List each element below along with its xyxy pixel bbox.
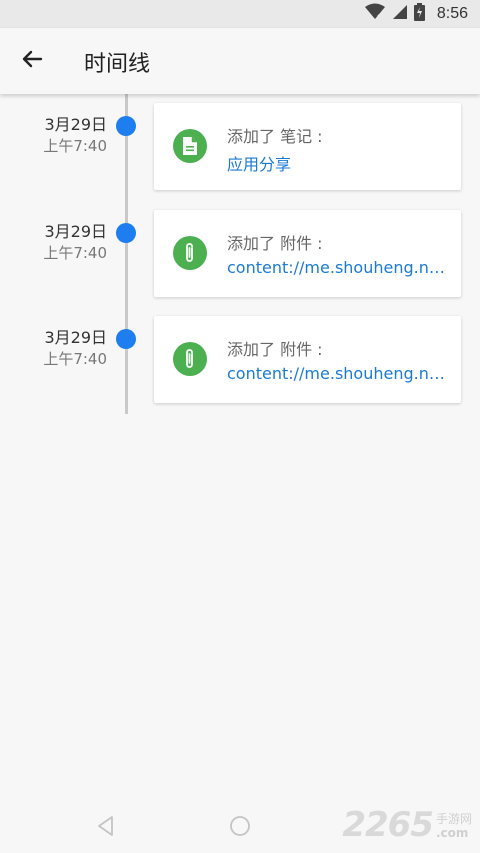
entry-action: 添加了 附件 : bbox=[227, 340, 323, 359]
timeline-dot bbox=[116, 329, 136, 349]
entry-action: 添加了 附件 : bbox=[227, 234, 323, 253]
app-bar: 时间线 bbox=[0, 28, 480, 94]
navigation-bar: 2265 手游网 .com bbox=[0, 798, 480, 853]
paperclip-icon bbox=[173, 236, 207, 270]
entry-time: 上午7:40 bbox=[43, 244, 107, 262]
timeline-entry: 3月29日 上午7:40 添加了 笔记 : 应用分享 bbox=[0, 94, 480, 190]
entry-link[interactable]: content://me.shouheng.no… bbox=[227, 364, 447, 383]
status-time: 8:56 bbox=[436, 5, 468, 22]
nav-back-icon[interactable] bbox=[94, 814, 118, 838]
back-button[interactable] bbox=[14, 43, 50, 79]
status-icons: 8:56 bbox=[364, 3, 468, 25]
battery-icon bbox=[413, 3, 425, 25]
paperclip-icon bbox=[173, 342, 207, 376]
timeline-dot bbox=[116, 116, 136, 136]
timeline-dot bbox=[116, 223, 136, 243]
entry-time: 上午7:40 bbox=[43, 350, 107, 368]
entry-card[interactable]: 添加了 笔记 : 应用分享 bbox=[154, 103, 461, 190]
watermark-number: 2265 bbox=[342, 805, 434, 845]
entry-card[interactable]: 添加了 附件 : content://me.shouheng.no… bbox=[154, 210, 461, 297]
nav-home-icon[interactable] bbox=[229, 815, 251, 837]
signal-icon bbox=[392, 4, 408, 24]
entry-action: 添加了 笔记 : bbox=[227, 127, 323, 146]
timeline-entry: 3月29日 上午7:40 添加了 附件 : content://me.shouh… bbox=[0, 307, 480, 403]
entry-date: 3月29日 bbox=[44, 115, 107, 134]
entry-card[interactable]: 添加了 附件 : content://me.shouheng.no… bbox=[154, 316, 461, 403]
timeline: 3月29日 上午7:40 添加了 笔记 : 应用分享 3月29日 上午7:40 bbox=[0, 94, 480, 414]
page-title: 时间线 bbox=[84, 52, 151, 77]
watermark-side: 手游网 .com bbox=[436, 812, 472, 840]
entry-link[interactable]: content://me.shouheng.no… bbox=[227, 258, 447, 277]
timeline-entry: 3月29日 上午7:40 添加了 附件 : content://me.shouh… bbox=[0, 201, 480, 297]
wifi-icon bbox=[364, 3, 386, 25]
entry-link[interactable]: 应用分享 bbox=[227, 151, 447, 175]
entry-date: 3月29日 bbox=[44, 328, 107, 347]
entry-time: 上午7:40 bbox=[43, 137, 107, 155]
status-bar: 8:56 bbox=[0, 0, 480, 28]
entry-date: 3月29日 bbox=[44, 222, 107, 241]
note-icon bbox=[173, 129, 207, 163]
arrow-left-icon bbox=[21, 48, 43, 74]
watermark-logo: 2265 手游网 .com bbox=[342, 806, 472, 844]
watermark-cn: 手游网 bbox=[435, 812, 472, 826]
watermark-com: .com bbox=[435, 826, 469, 840]
